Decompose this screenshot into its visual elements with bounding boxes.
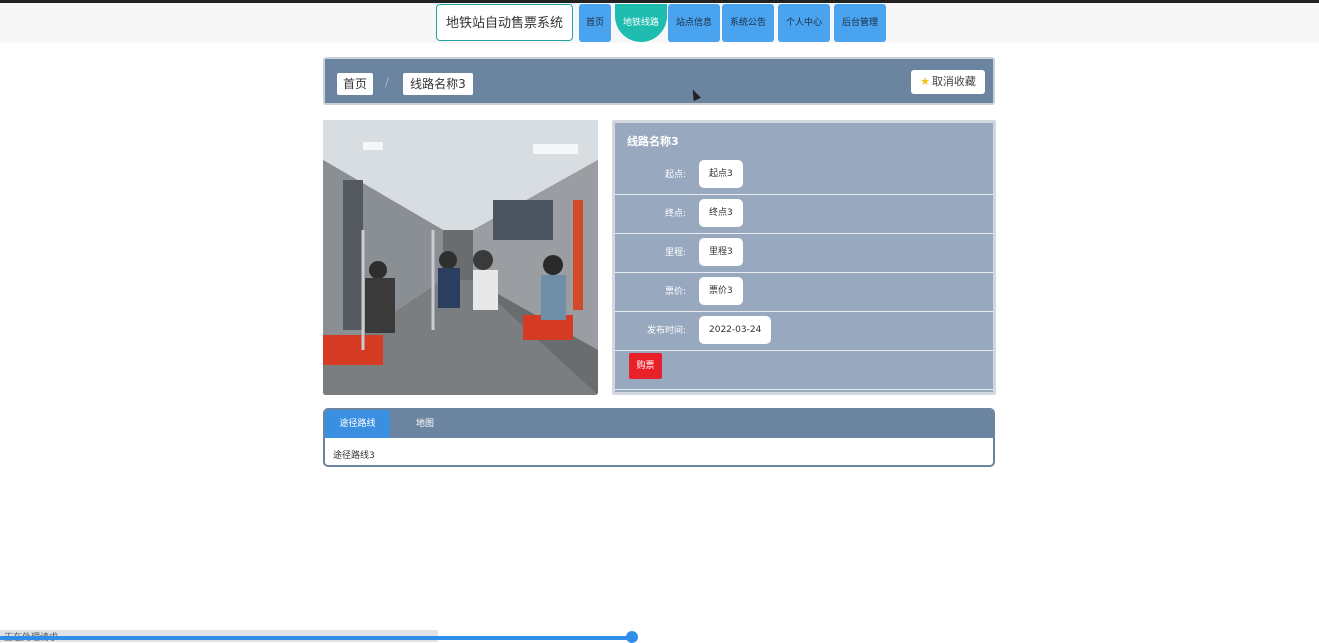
- unfavorite-label: 取消收藏: [931, 75, 976, 88]
- field-row-publish-time: 发布时间: 2022-03-24: [615, 311, 993, 351]
- nav-personal-center[interactable]: 个人中心: [778, 4, 830, 42]
- subway-interior-image: [323, 120, 598, 395]
- line-title: 线路名称3: [627, 135, 679, 148]
- field-row-price: 票价: 票价3: [615, 272, 993, 312]
- nav-metro-lines[interactable]: 地铁线路: [615, 4, 667, 42]
- tab-map[interactable]: 地图: [390, 410, 460, 438]
- field-label: 里程:: [664, 248, 686, 258]
- field-value: 终点3: [699, 199, 743, 227]
- buy-row: [615, 350, 993, 390]
- line-detail-panel: 线路名称3 起点: 起点3 终点: 终点3 里程: 里程3 票价: 票价3 发布…: [612, 120, 996, 395]
- nav-admin[interactable]: 后台管理: [834, 4, 886, 42]
- tab-content: 途径路线3: [333, 451, 375, 461]
- line-photo: [323, 120, 598, 395]
- progress-indicator: [626, 631, 638, 643]
- field-row-mileage: 里程: 里程3: [615, 233, 993, 273]
- breadcrumb-current: 线路名称3: [403, 73, 473, 95]
- breadcrumb-separator: /: [385, 75, 390, 89]
- buy-ticket-button[interactable]: 购票: [629, 353, 662, 379]
- nav-announcements[interactable]: 系统公告: [722, 4, 774, 42]
- breadcrumb-home[interactable]: 首页: [337, 73, 373, 95]
- field-row-end: 终点: 终点3: [615, 194, 993, 234]
- field-label: 终点:: [664, 209, 686, 219]
- field-label: 票价:: [664, 287, 686, 297]
- breadcrumb: 首页 / 线路名称3 ★ 取消收藏: [323, 57, 995, 105]
- tab-route[interactable]: 途径路线: [325, 410, 390, 438]
- star-icon: ★: [920, 75, 930, 88]
- field-label: 起点:: [664, 170, 686, 180]
- field-row-start: 起点: 起点3: [615, 155, 993, 195]
- page-load-progress: [0, 636, 632, 640]
- tabs-header: 途径路线 地图: [325, 410, 993, 438]
- field-value: 起点3: [699, 160, 743, 188]
- site-brand[interactable]: 地铁站自动售票系统: [436, 4, 573, 41]
- nav-station-info[interactable]: 站点信息: [668, 4, 720, 42]
- top-navbar: 地铁站自动售票系统 首页 地铁线路 站点信息 系统公告 个人中心 后台管理: [0, 3, 1319, 43]
- field-value: 票价3: [699, 277, 743, 305]
- info-tabs: 途径路线 地图 途径路线3: [323, 408, 995, 467]
- unfavorite-button[interactable]: ★ 取消收藏: [911, 70, 985, 94]
- field-label: 发布时间:: [646, 326, 686, 336]
- field-value: 2022-03-24: [699, 316, 772, 344]
- nav-home[interactable]: 首页: [579, 4, 611, 42]
- field-value: 里程3: [699, 238, 743, 266]
